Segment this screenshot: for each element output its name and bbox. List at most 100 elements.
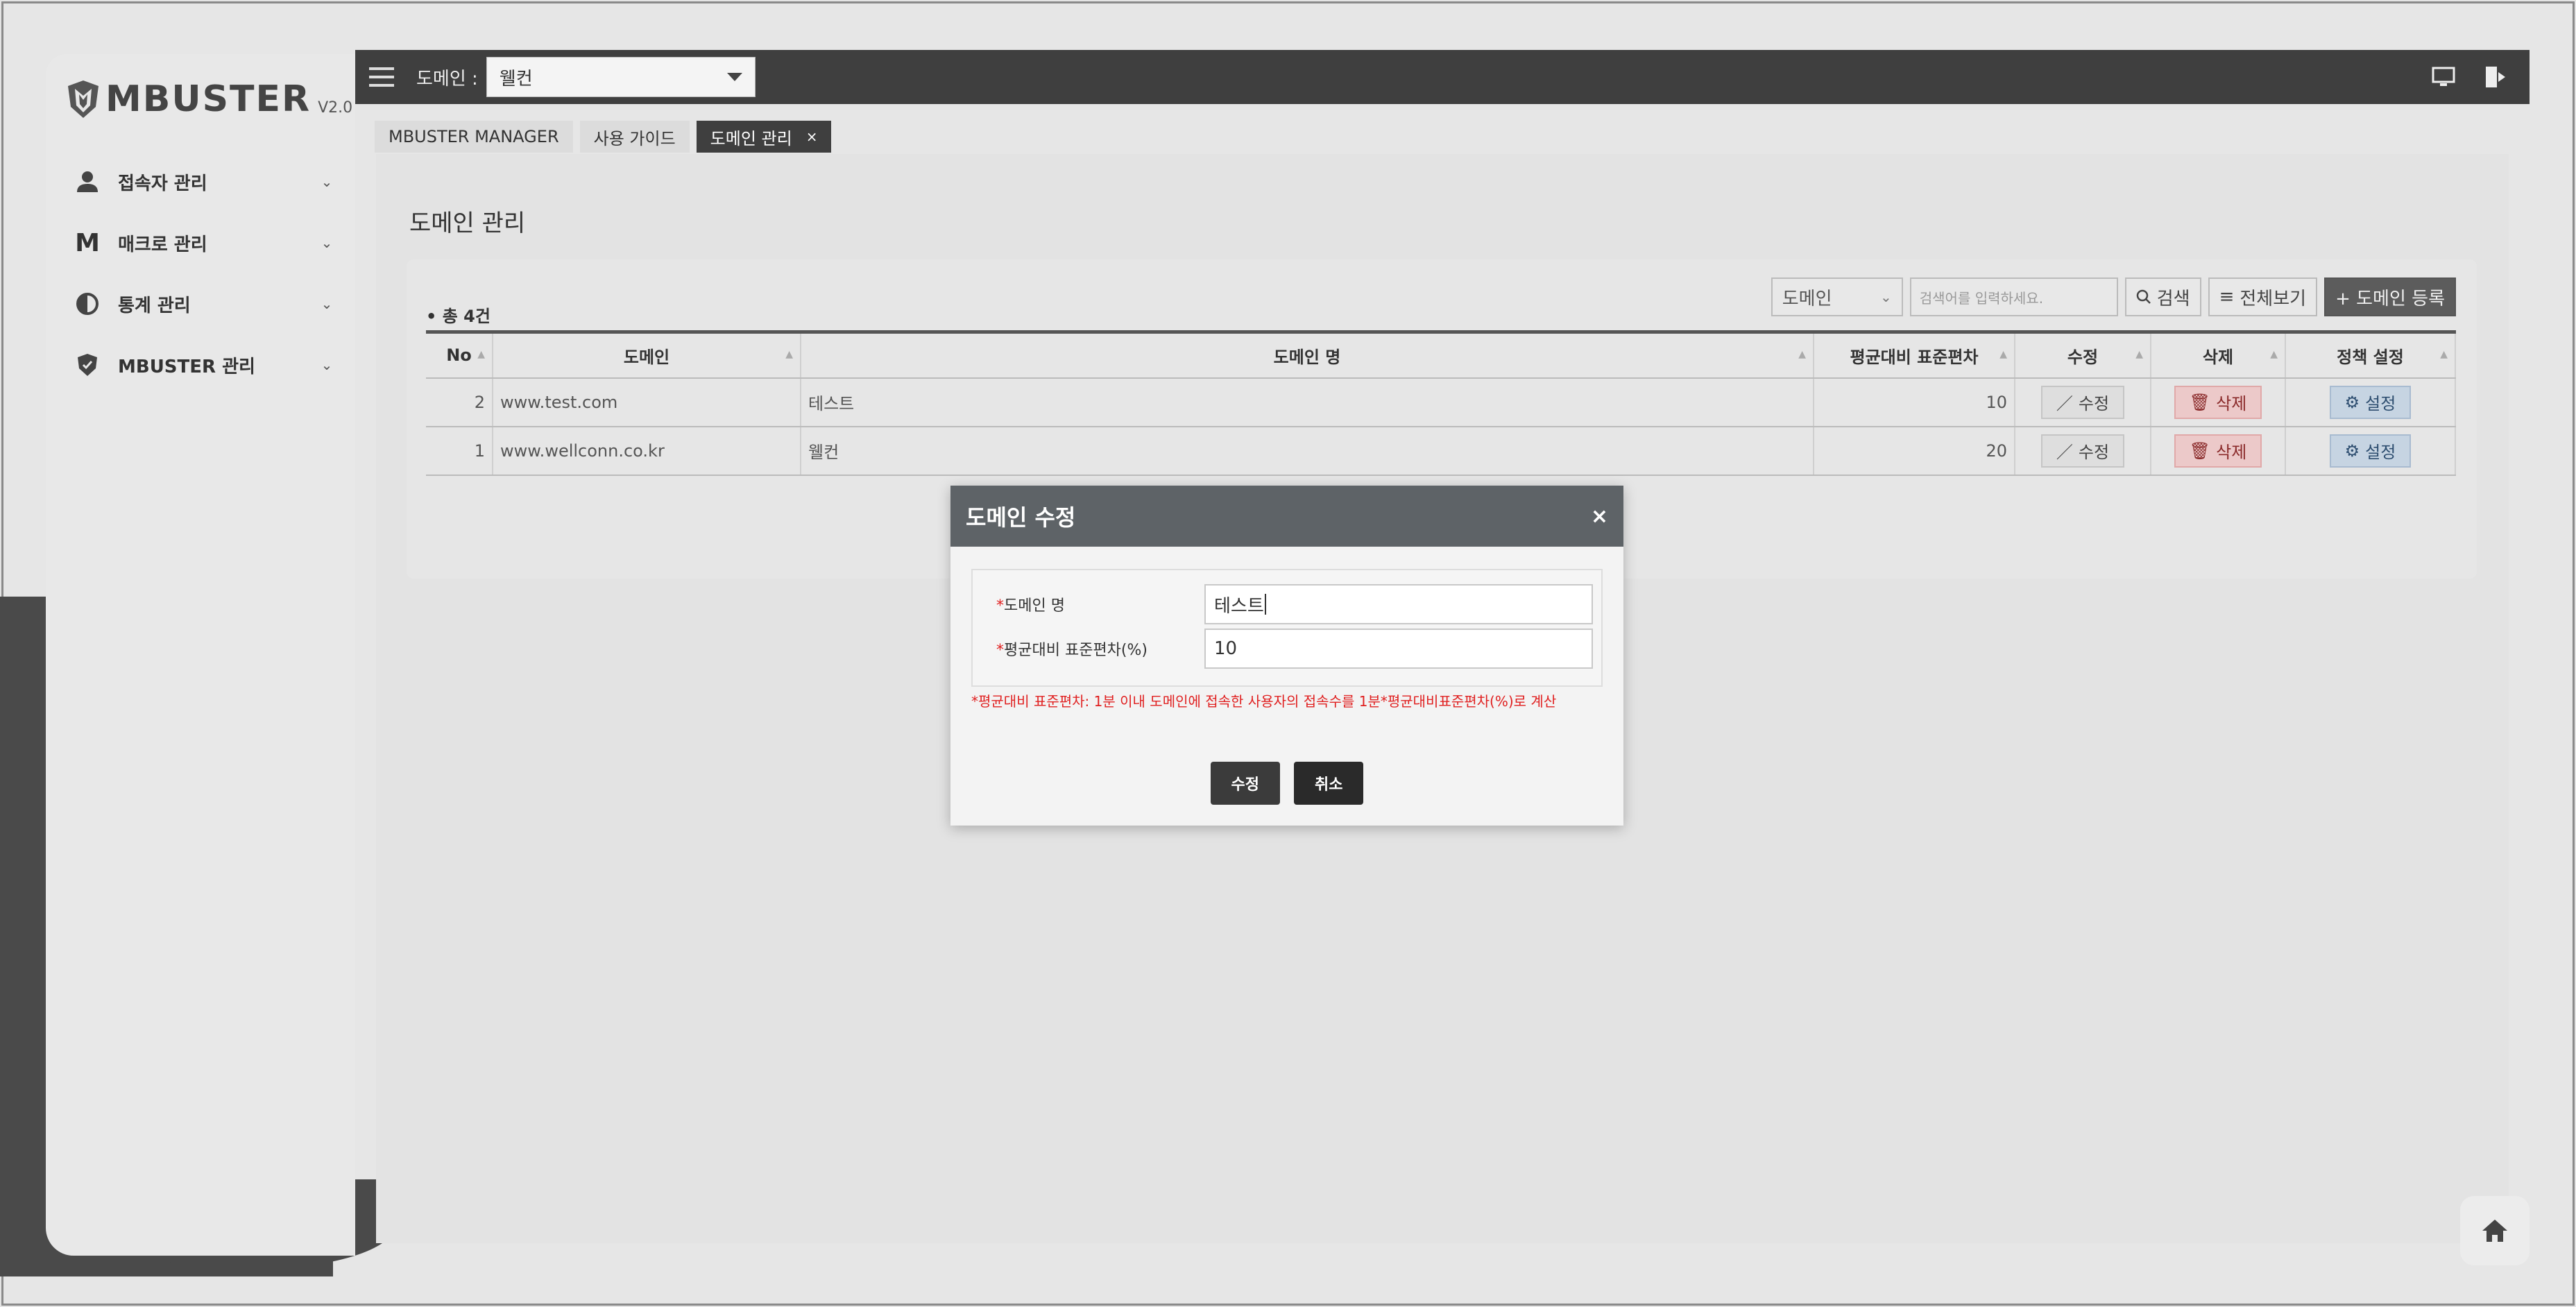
cell-edit: ／ 수정: [2015, 377, 2151, 427]
close-icon[interactable]: ×: [1591, 504, 1608, 529]
cell-delete: 🗑 삭제: [2151, 377, 2286, 427]
input-value: 10: [1214, 638, 1238, 659]
col-header-delete[interactable]: 삭제 ▲: [2151, 332, 2286, 379]
sort-icon: ▲: [1798, 349, 1806, 360]
edit-button[interactable]: ／ 수정: [2040, 434, 2125, 468]
sidebar-item-mbuster[interactable]: MBUSTER 관리 ⌄: [74, 334, 337, 395]
cell-policy: ⚙ 설정: [2285, 377, 2456, 427]
col-header-policy[interactable]: 정책 설정 ▲: [2285, 332, 2456, 379]
trash-icon: 🗑: [2189, 441, 2211, 461]
sidebar-item-macro[interactable]: M 매크로 관리 ⌄: [74, 212, 337, 273]
tab-label: 사용 가이드: [593, 128, 676, 148]
add-domain-button[interactable]: + 도메인 등록: [2324, 277, 2456, 316]
chevron-down-icon: ⌄: [321, 173, 333, 190]
sidebar: MBUSTER V2.0 접속자 관리 ⌄ M 매크로 관리 ⌄ 통계 관리 ⌄: [46, 54, 355, 1256]
monitor-icon[interactable]: [2430, 64, 2457, 90]
col-label: 삭제: [2202, 347, 2234, 367]
search-icon: [2136, 289, 2151, 304]
tab-close-icon[interactable]: ×: [806, 128, 818, 145]
delete-button[interactable]: 🗑 삭제: [2174, 385, 2262, 419]
view-all-button[interactable]: ≡ 전체보기: [2208, 277, 2318, 316]
logo-shield-icon: [68, 80, 99, 118]
logo-version: V2.0: [318, 99, 353, 117]
delete-label: 삭제: [2216, 394, 2247, 413]
col-header-stddev[interactable]: 평균대비 표준편차 ▲: [1814, 332, 2015, 379]
total-count: • 총 4건: [426, 307, 491, 326]
search-placeholder: 검색어를 입력하세요.: [1919, 289, 2044, 307]
tab-label: 도메인 관리: [710, 128, 792, 148]
home-icon: [2482, 1220, 2507, 1242]
cell-domain-name: 웰컨: [801, 426, 1814, 476]
top-bar: 도메인 : 웰컨: [355, 50, 2530, 104]
sort-icon: ▲: [1999, 349, 2007, 360]
policy-setting-button[interactable]: ⚙ 설정: [2329, 385, 2412, 419]
domain-table: No ▲ 도메인 ▲ 도메인 명 ▲ 평균대비 표준편차 ▲ 수정 ▲ 삭제 ▲ 정책 설정…: [426, 330, 2456, 476]
delete-label: 삭제: [2216, 443, 2247, 462]
sidebar-item-label: 매크로 관리: [118, 234, 207, 255]
home-button[interactable]: [2460, 1196, 2530, 1265]
cell-domain: www.test.com: [493, 377, 801, 427]
tab-mbuster-manager[interactable]: MBUSTER MANAGER: [375, 121, 573, 153]
submit-button[interactable]: 수정: [1210, 762, 1280, 805]
tab-bar: MBUSTER MANAGER 사용 가이드 도메인 관리 ×: [375, 121, 832, 153]
delete-button[interactable]: 🗑 삭제: [2174, 434, 2262, 468]
gear-icon: ⚙: [2344, 441, 2360, 461]
col-header-domain-name[interactable]: 도메인 명 ▲: [801, 332, 1814, 379]
cell-no: 2: [426, 377, 493, 427]
search-input[interactable]: 검색어를 입력하세요.: [1909, 277, 2118, 316]
search-button-label: 검색: [2156, 288, 2190, 309]
tab-user-guide[interactable]: 사용 가이드: [579, 121, 690, 153]
modal-header: 도메인 수정 ×: [950, 486, 1623, 547]
cell-domain-name: 테스트: [801, 377, 1814, 427]
cancel-button[interactable]: 취소: [1294, 762, 1364, 805]
cell-policy: ⚙ 설정: [2285, 426, 2456, 476]
cell-stddev: 10: [1814, 377, 2015, 427]
pencil-icon: ／: [2056, 443, 2073, 462]
policy-setting-button[interactable]: ⚙ 설정: [2329, 434, 2412, 468]
col-label: 평균대비 표준편차: [1850, 347, 1979, 367]
col-label: 도메인 명: [1273, 347, 1341, 367]
modal-form: *도메인 명 테스트 *평균대비 표준편차(%) 10: [971, 569, 1603, 687]
table-row[interactable]: 2 www.test.com 테스트 10 ／ 수정 🗑 삭제 ⚙ 설정: [426, 377, 2456, 427]
domain-name-input[interactable]: 테스트: [1204, 584, 1593, 624]
sidebar-item-stats[interactable]: 통계 관리 ⌄: [74, 273, 337, 334]
edit-label: 수정: [2078, 443, 2110, 462]
search-type-select[interactable]: 도메인 ⌄: [1771, 277, 1903, 316]
chevron-down-icon: ⌄: [321, 234, 333, 251]
stddev-input[interactable]: 10: [1204, 629, 1593, 669]
field-label: *도메인 명: [996, 597, 1065, 615]
col-header-edit[interactable]: 수정 ▲: [2015, 332, 2151, 379]
m-letter-icon: M: [75, 228, 100, 257]
col-header-domain[interactable]: 도메인 ▲: [493, 332, 801, 379]
chevron-down-icon: ⌄: [321, 296, 333, 312]
domain-select[interactable]: 웰컨: [486, 57, 756, 97]
sidebar-nav: 접속자 관리 ⌄ M 매크로 관리 ⌄ 통계 관리 ⌄ MBUSTER 관리 ⌄: [74, 151, 337, 395]
pencil-icon: ／: [2056, 394, 2073, 413]
sort-icon: ▲: [2440, 349, 2448, 360]
shield-icon: [74, 351, 101, 379]
sidebar-item-label: 통계 관리: [118, 295, 191, 316]
sidebar-item-label: 접속자 관리: [118, 173, 207, 194]
sidebar-item-visitor[interactable]: 접속자 관리 ⌄: [74, 151, 337, 212]
field-row-domain-name: *도메인 명 테스트: [996, 584, 1593, 624]
edit-button[interactable]: ／ 수정: [2040, 385, 2125, 419]
sort-icon: ▲: [2270, 349, 2278, 360]
table-row[interactable]: 1 www.wellconn.co.kr 웰컨 20 ／ 수정 🗑 삭제 ⚙ 설정: [426, 426, 2456, 476]
col-label: 정책 설정: [2337, 347, 2404, 367]
page-title: 도메인 관리: [409, 210, 526, 237]
view-all-label: 전체보기: [2240, 288, 2307, 309]
chevron-down-icon: ⌄: [1879, 289, 1892, 305]
col-label: No: [446, 345, 472, 366]
modal-buttons: 수정 취소: [950, 762, 1623, 805]
col-header-no[interactable]: No ▲: [426, 332, 493, 379]
modal-title: 도메인 수정: [966, 504, 1076, 531]
search-type-value: 도메인: [1782, 288, 1832, 309]
menu-toggle-icon[interactable]: [369, 67, 394, 87]
tab-domain-management[interactable]: 도메인 관리 ×: [696, 121, 832, 153]
table-header-row: No ▲ 도메인 ▲ 도메인 명 ▲ 평균대비 표준편차 ▲ 수정 ▲ 삭제 ▲ 정책 설정…: [426, 332, 2456, 379]
search-button[interactable]: 검색: [2124, 277, 2201, 316]
list-icon: ≡: [2219, 287, 2235, 307]
gear-icon: ⚙: [2344, 392, 2360, 412]
pie-chart-icon: [74, 290, 101, 318]
logout-icon[interactable]: [2481, 64, 2509, 90]
